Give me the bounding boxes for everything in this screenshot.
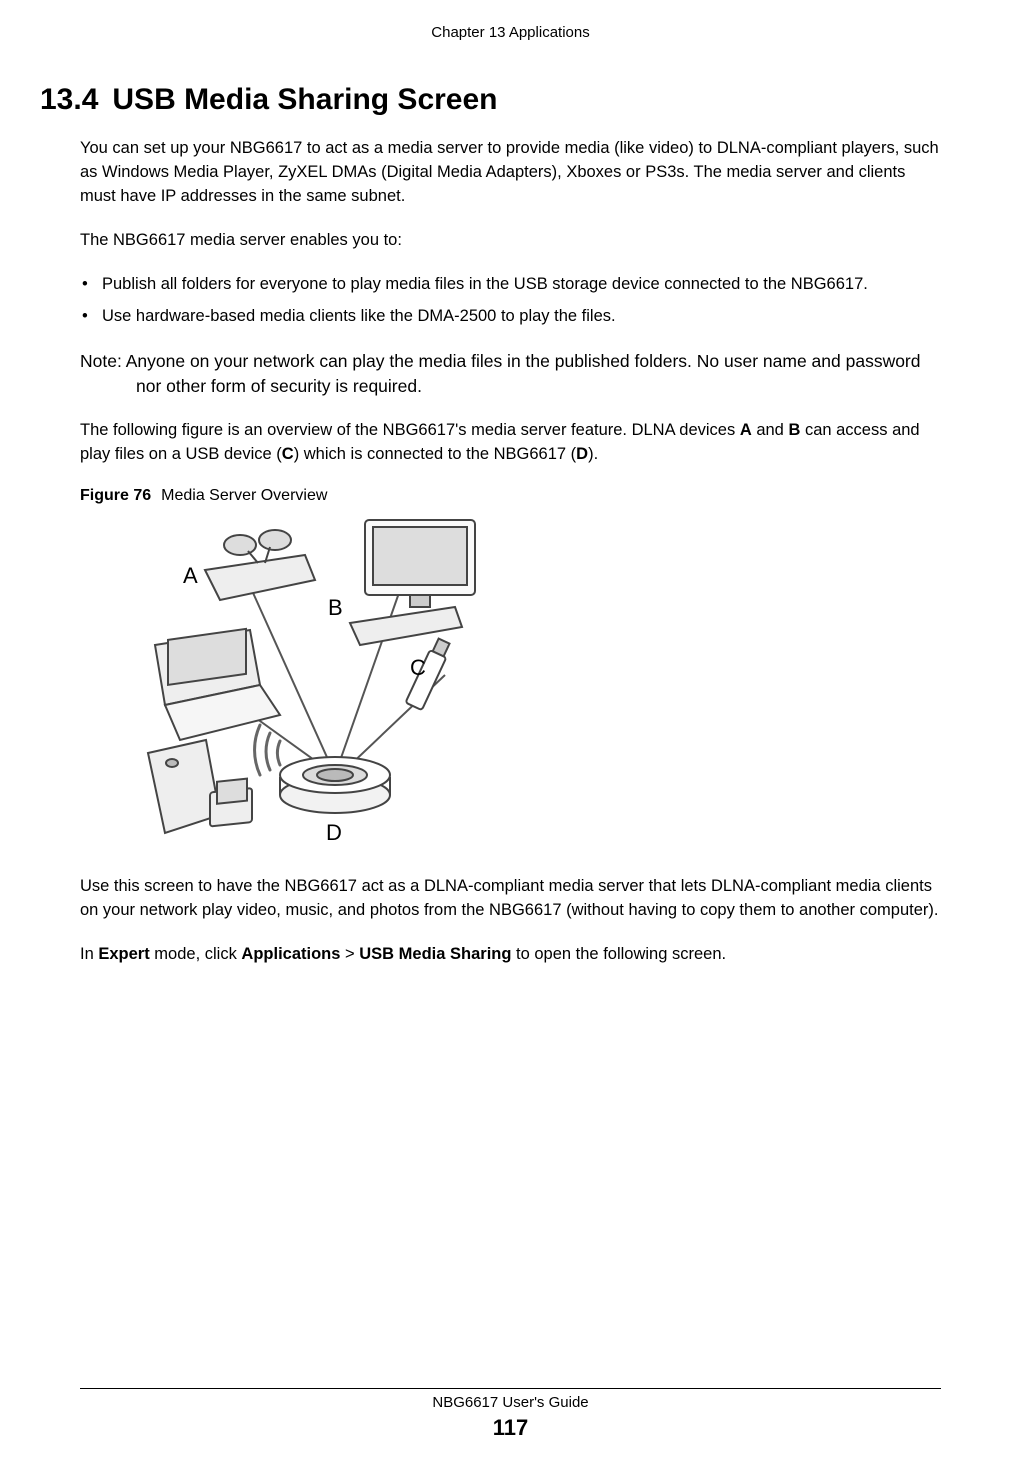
figure-media-server-overview: A B C D xyxy=(110,515,540,855)
nav-expert-mode: Expert xyxy=(98,945,149,963)
diagram-label-c: C xyxy=(410,655,426,681)
footer-guide-name: NBG6617 User's Guide xyxy=(0,1394,1021,1411)
nav-path-paragraph: In Expert mode, click Applications > USB… xyxy=(80,943,941,967)
laptop-icon xyxy=(155,629,280,740)
enables-list: Publish all folders for everyone to play… xyxy=(80,273,941,329)
diagram-svg xyxy=(110,515,540,855)
section-title-text: USB Media Sharing Screen xyxy=(112,83,497,116)
bold-b: B xyxy=(788,421,800,439)
overview-paragraph: The following figure is an overview of t… xyxy=(80,419,941,467)
bold-d: D xyxy=(576,445,588,463)
note-label: Note: xyxy=(80,351,126,371)
section-number: 13.4 xyxy=(40,83,98,116)
footer-rule xyxy=(80,1388,941,1389)
router-icon xyxy=(280,757,390,813)
nav-text: to open the following screen. xyxy=(511,945,726,963)
figure-number: Figure 76 xyxy=(80,487,151,504)
list-item: Publish all folders for everyone to play… xyxy=(80,273,941,297)
nav-usb-media-sharing: USB Media Sharing xyxy=(359,945,511,963)
overview-text: and xyxy=(752,421,789,439)
figure-caption-text: Media Server Overview xyxy=(161,487,327,504)
overview-text: ) which is connected to the NBG6617 ( xyxy=(294,445,576,463)
intro-paragraph: You can set up your NBG6617 to act as a … xyxy=(80,137,941,209)
overview-text: ). xyxy=(588,445,598,463)
enables-lead: The NBG6617 media server enables you to: xyxy=(80,229,941,253)
diagram-label-b: B xyxy=(328,595,343,621)
nav-text: > xyxy=(340,945,359,963)
figure-caption: Figure 76 Media Server Overview xyxy=(80,487,941,505)
diagram-label-a: A xyxy=(183,563,198,589)
game-console-icon xyxy=(205,530,315,600)
footer-page-number: 117 xyxy=(0,1415,1021,1441)
bold-c: C xyxy=(282,445,294,463)
bold-a: A xyxy=(740,421,752,439)
list-item: Use hardware-based media clients like th… xyxy=(80,305,941,329)
chapter-header: Chapter 13 Applications xyxy=(80,0,941,61)
nav-applications: Applications xyxy=(241,945,340,963)
overview-text: The following figure is an overview of t… xyxy=(80,421,740,439)
use-screen-paragraph: Use this screen to have the NBG6617 act … xyxy=(80,875,941,923)
note-block: Note: Anyone on your network can play th… xyxy=(80,349,941,400)
note-body: Anyone on your network can play the medi… xyxy=(126,351,921,396)
page-footer: NBG6617 User's Guide 117 xyxy=(0,1394,1021,1441)
nav-text: mode, click xyxy=(150,945,242,963)
desktop-pc-icon xyxy=(148,740,252,833)
section-title: 13.4 USB Media Sharing Screen xyxy=(40,83,941,117)
diagram-label-d: D xyxy=(326,820,342,846)
nav-text: In xyxy=(80,945,98,963)
tv-media-player-icon xyxy=(350,520,475,645)
